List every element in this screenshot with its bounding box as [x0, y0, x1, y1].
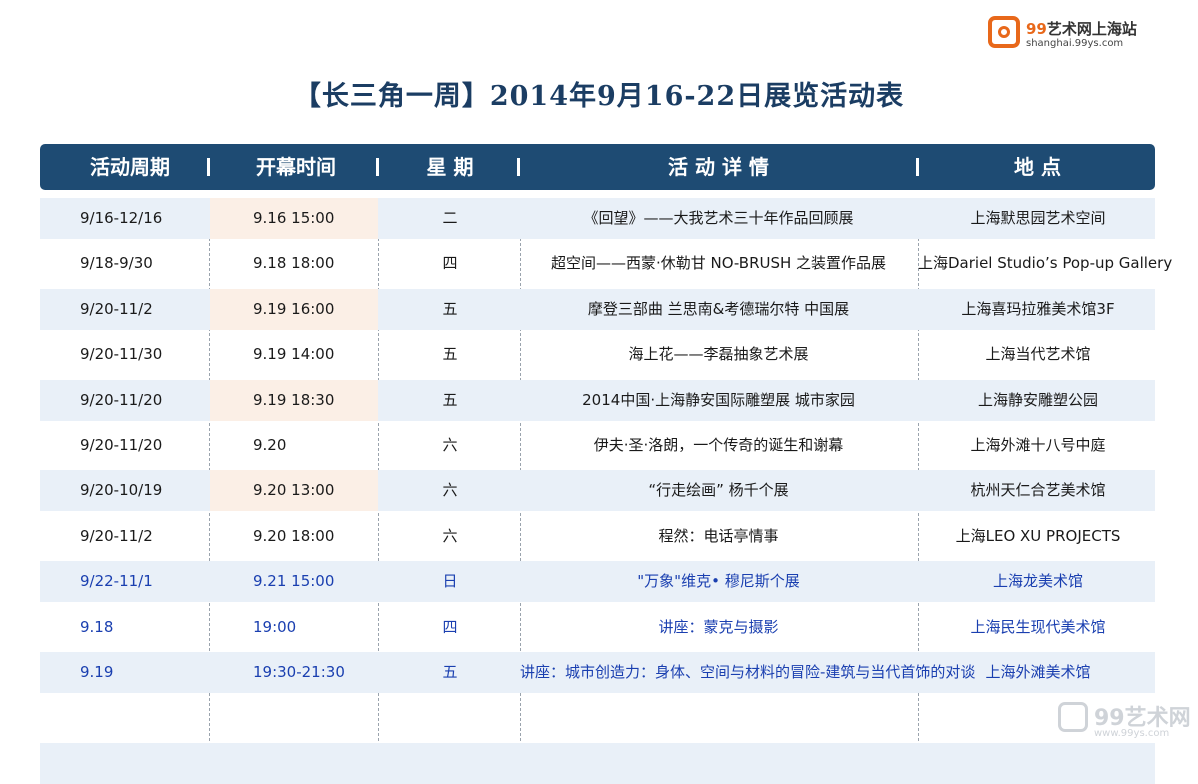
weekday-cell: 五 — [442, 299, 458, 318]
period-cell: 9/20-11/20 — [80, 436, 163, 454]
header-separator — [916, 158, 919, 176]
detail-cell: 海上花——李磊抽象艺术展 — [628, 345, 809, 364]
table-row — [40, 697, 1155, 738]
weekday-cell: 六 — [442, 526, 458, 545]
venue-cell: 上海龙美术馆 — [992, 572, 1083, 591]
table-header: 活动周期 开幕时间 星 期 活 动 详 情 地 点 — [40, 144, 1155, 190]
table-row: 9/22-11/1 9.21 15:00 日 "万象"维克• 穆尼斯个展 上海龙美术馆 — [40, 561, 1155, 603]
detail-cell: 超空间——西蒙·休勒甘 NO-BRUSH 之装置作品展 — [550, 254, 887, 273]
table-row: 9/20-10/19 9.20 13:00 六 “行走绘画” 杨千个展 杭州天仁合艺美术… — [40, 470, 1155, 512]
venue-cell: 上海当代艺术馆 — [985, 345, 1091, 364]
weekday-cell: 五 — [442, 663, 458, 681]
venue-cell: 上海默思园艺术空间 — [970, 209, 1106, 227]
logo-mark-icon — [988, 16, 1020, 48]
page-title: 【长三角一周】2014年9月16-22日展览活动表 — [293, 81, 905, 112]
detail-cell: 伊夫·圣·洛朗，一个传奇的诞生和谢幕 — [593, 436, 844, 454]
detail-cell: 讲座：城市创造力：身体、空间与材料的冒险-建筑与当代首饰的对谈 — [520, 663, 976, 681]
venue-cell: 上海LEO XU PROJECTS — [955, 526, 1121, 545]
table-row: 9/20-11/2 9.20 18:00 六程然：电话亭情事 上海LEO XU PRO… — [40, 516, 1155, 557]
venue-cell: 上海民生现代美术馆 — [970, 617, 1106, 636]
table-row: 9/20-11/20 9.19 18:30 五 2014中国·上海静安国际雕塑展 城市… — [40, 379, 1155, 421]
period-cell: 9/22-11/1 — [80, 572, 153, 591]
table-row: 9/20-11/2 9.19 16:00 五摩登三部曲 兰思南&考德瑞尔特 中国展上… — [40, 288, 1155, 330]
weekday-cell: 六 — [442, 436, 458, 454]
period-cell: 9/18-9/30 — [80, 254, 153, 273]
table-row: 9.19 19:30-21:30 五讲座：城市创造力：身体、空间与材料的冒险-建筑与… — [40, 652, 1155, 693]
weekday-cell: 五 — [442, 345, 458, 364]
venue-cell: 杭州天仁合艺美术馆 — [970, 481, 1106, 500]
weekday-cell: 二 — [442, 209, 458, 227]
table-row: 9/18-9/30 9.18 18:00 四超空间——西蒙·休勒甘 NO-BRUSH… — [40, 243, 1173, 284]
table-row: 9/16-12/16 9.16 15:00 二《回望》——大我艺术三十年作品回顾展上… — [40, 198, 1155, 239]
detail-cell: 摩登三部曲 兰思南&考德瑞尔特 中国展 — [587, 299, 850, 318]
detail-cell: 讲座：蒙克与摄影 — [658, 617, 779, 636]
period-cell: 9/20-11/2 — [80, 526, 153, 545]
detail-cell: 《回望》——大我艺术三十年作品回顾展 — [583, 209, 854, 227]
detail-cell: "万象"维克• 穆尼斯个展 — [637, 572, 800, 591]
period-cell: 9/20-11/2 — [80, 299, 153, 318]
header-separator — [207, 158, 210, 176]
weekday-cell: 四 — [442, 254, 458, 273]
detail-cell: 程然：电话亭情事 — [658, 526, 779, 545]
venue-cell: 上海外滩十八号中庭 — [970, 436, 1106, 454]
period-cell: 9/20-11/30 — [80, 345, 163, 364]
venue-cell: 上海外滩美术馆 — [985, 663, 1091, 681]
logo-url: shanghai.99ys.com — [1026, 38, 1124, 49]
header-period: 活动周期 — [90, 155, 170, 179]
weekday-cell: 四 — [442, 617, 458, 636]
weekday-cell: 日 — [442, 572, 458, 591]
detail-cell: 2014中国·上海静安国际雕塑展 城市家园 — [582, 390, 855, 409]
detail-cell: “行走绘画” 杨千个展 — [648, 481, 789, 500]
brand-logo: 99艺术网上海站 shanghai.99ys.com — [988, 14, 1148, 54]
table-row: 9.18 19:00 四讲座：蒙克与摄影 上海民生现代美术馆 — [40, 607, 1155, 648]
venue-cell: 上海喜玛拉雅美术馆3F — [961, 299, 1115, 318]
venue-cell: 上海Dariel Studio’s Pop-up Gallery — [918, 254, 1173, 273]
venue-cell: 上海静安雕塑公园 — [977, 390, 1098, 409]
table-row: 9/20-11/30 9.19 14:00 五海上花——李磊抽象艺术展 上海当代艺术馆 — [40, 334, 1155, 375]
header-venue: 地 点 — [1014, 155, 1061, 179]
period-cell: 9.19 — [80, 663, 114, 681]
weekday-cell: 六 — [442, 481, 458, 500]
period-cell: 9/16-12/16 — [80, 209, 163, 227]
table-row — [40, 742, 1155, 784]
period-cell: 9.18 — [80, 617, 114, 636]
table-row: 9/20-11/20 9.20 六伊夫·圣·洛朗，一个传奇的诞生和谢幕 上海外滩十八号… — [40, 425, 1155, 466]
header-weekday: 星 期 — [426, 155, 474, 179]
logo-name: 99艺术网上海站 — [1026, 20, 1137, 38]
header-separator — [376, 158, 379, 176]
weekday-cell: 五 — [442, 390, 458, 409]
period-cell: 9/20-10/19 — [80, 481, 163, 500]
header-detail: 活 动 详 情 — [668, 155, 769, 179]
header-time: 开幕时间 — [256, 155, 336, 179]
period-cell: 9/20-11/20 — [80, 390, 163, 409]
